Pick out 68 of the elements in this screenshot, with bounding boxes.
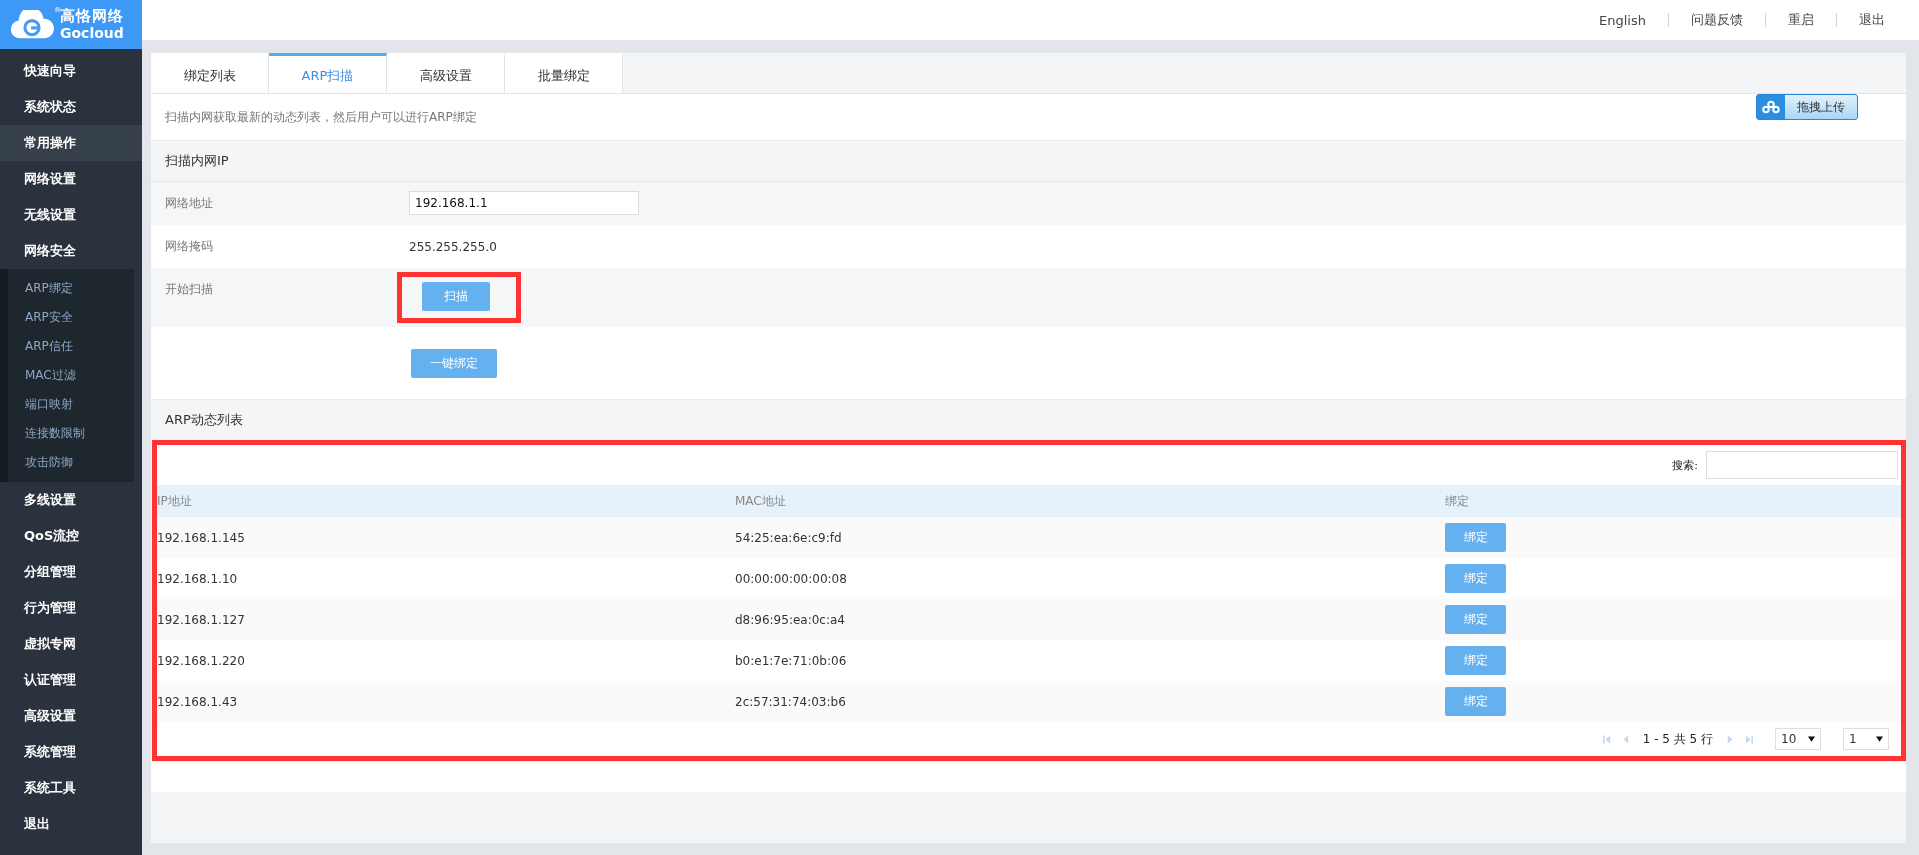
sidebar-item[interactable]: 行为管理 <box>0 590 142 626</box>
sidebar-item[interactable]: 认证管理 <box>0 662 142 698</box>
header-link[interactable]: 退出 <box>1837 11 1907 29</box>
column-header: IP地址 <box>157 485 735 517</box>
description-text: 扫描内网获取最新的动态列表，然后用户可以进行ARP绑定 <box>165 108 477 126</box>
sidebar-item[interactable]: 系统管理 <box>0 734 142 770</box>
logo-name: 高恪网络 <box>60 9 124 24</box>
table-cell: d8:96:95:ea:0c:a4 <box>735 599 1445 640</box>
cloud-icon <box>1761 100 1781 114</box>
field-value: 255.255.255.0 <box>409 239 497 254</box>
caret-icon <box>1876 736 1883 742</box>
submenu-item[interactable]: 连接数限制 <box>8 419 134 448</box>
cloud-logo-icon <box>10 9 54 40</box>
page-size-select[interactable]: 10 <box>1775 728 1821 750</box>
sidebar-item[interactable]: 系统工具 <box>0 770 142 806</box>
caret-icon <box>1808 736 1815 742</box>
tab[interactable]: 绑定列表 <box>151 53 269 93</box>
table-cell: 192.168.1.220 <box>157 640 735 681</box>
table-cell: 192.168.1.43 <box>157 681 735 722</box>
field-label: 开始扫描 <box>165 282 213 296</box>
column-header: MAC地址 <box>735 485 1445 517</box>
field-label: 网络地址 <box>165 196 213 210</box>
header-link[interactable]: 重启 <box>1766 11 1836 29</box>
table-cell: b0:e1:7e:71:0b:06 <box>735 640 1445 681</box>
sidebar-item[interactable]: 网络安全 <box>0 233 142 269</box>
page-summary: 1 - 5 共 5 行 <box>1642 730 1713 748</box>
header-link[interactable]: English <box>1577 12 1668 28</box>
table-cell: 192.168.1.127 <box>157 599 735 640</box>
submenu-item[interactable]: 攻击防御 <box>8 448 134 477</box>
submenu-item[interactable]: ARP绑定 <box>8 274 134 303</box>
submenu-item[interactable]: MAC过滤 <box>8 361 134 390</box>
sidebar-item[interactable]: 网络设置 <box>0 161 142 197</box>
sidebar-item[interactable]: 系统状态 <box>0 89 142 125</box>
previous-page-icon[interactable] <box>1620 733 1629 745</box>
sidebar-item[interactable]: 多线设置 <box>0 482 142 518</box>
section-title: 扫描内网IP <box>165 152 229 170</box>
logo-brand: Gocloud <box>60 26 124 40</box>
table-cell: 54:25:ea:6e:c9:fd <box>735 517 1445 558</box>
address-field[interactable]: 192.168.1.1 <box>409 190 639 215</box>
tab[interactable]: 高级设置 <box>387 53 505 93</box>
next-page-icon[interactable] <box>1727 733 1735 745</box>
sidebar-item[interactable]: QoS流控 <box>0 518 142 554</box>
sidebar-item[interactable]: 高级设置 <box>0 698 142 734</box>
table-cell: 00:00:00:00:00:08 <box>735 558 1445 599</box>
sidebar-item[interactable]: 常用操作 <box>0 125 142 161</box>
table-cell: 192.168.1.10 <box>157 558 735 599</box>
field-label: 网络掩码 <box>165 239 213 253</box>
sidebar-item[interactable]: 分组管理 <box>0 554 142 590</box>
submenu-item[interactable]: ARP安全 <box>8 303 134 332</box>
submenu-item[interactable]: ARP信任 <box>8 332 134 361</box>
tab[interactable]: ARP扫描 <box>269 53 387 93</box>
sidebar-item[interactable]: 退出 <box>0 806 142 842</box>
page-select[interactable]: 1 <box>1843 728 1889 750</box>
upload-button[interactable]: 拖拽上传 <box>1756 94 1858 120</box>
header-link[interactable]: 问题反馈 <box>1669 11 1765 29</box>
first-page-icon[interactable] <box>1602 733 1611 745</box>
column-header: 绑定 <box>1445 485 1901 517</box>
sidebar-item[interactable]: 快速向导 <box>0 53 142 89</box>
sidebar-item[interactable]: 无线设置 <box>0 197 142 233</box>
submenu-item[interactable]: 端口映射 <box>8 390 134 419</box>
sidebar-item[interactable]: 虚拟专网 <box>0 626 142 662</box>
table-cell: 2c:57:31:74:03:b6 <box>735 681 1445 722</box>
section-title: ARP动态列表 <box>165 411 243 429</box>
table-cell: 192.168.1.145 <box>157 517 735 558</box>
last-page-icon[interactable] <box>1745 733 1753 745</box>
search-label: 搜索: <box>1672 457 1698 473</box>
search-field[interactable] <box>1706 451 1898 479</box>
tab[interactable]: 批量绑定 <box>505 53 623 93</box>
